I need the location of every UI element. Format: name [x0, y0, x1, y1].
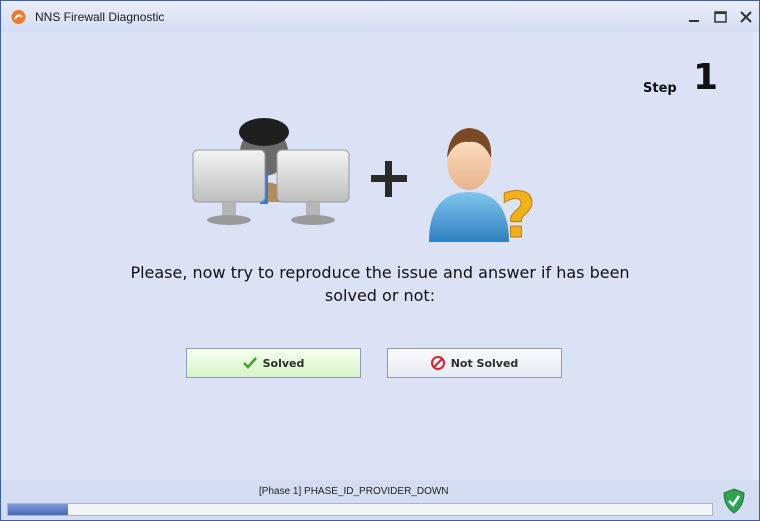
solved-button[interactable]: Solved	[186, 348, 361, 378]
status-bar: [Phase 1] PHASE_ID_PROVIDER_DOWN	[1, 480, 759, 520]
phase-status-text: [Phase 1] PHASE_ID_PROVIDER_DOWN	[259, 486, 449, 497]
not-solved-button[interactable]: Not Solved	[387, 348, 562, 378]
minimize-icon[interactable]	[685, 7, 705, 27]
maximize-icon[interactable]	[711, 7, 731, 27]
plus-icon	[371, 161, 407, 197]
shield-check-icon	[723, 488, 745, 514]
window-title: NNS Firewall Diagnostic	[35, 10, 165, 24]
close-icon[interactable]	[736, 7, 756, 27]
not-solved-button-label: Not Solved	[450, 356, 519, 370]
main-content: Step 1 ? Please, now try to reproduce th…	[7, 32, 753, 480]
solved-button-label: Solved	[262, 356, 305, 370]
users-illustration: ?	[192, 118, 536, 253]
instruction-line-1: Please, now try to reproduce the issue a…	[130, 263, 630, 282]
step-number: 1	[693, 57, 719, 98]
app-logo-icon	[11, 10, 26, 24]
progress-bar	[7, 503, 713, 516]
computer-user-icon	[192, 118, 350, 225]
check-icon	[242, 357, 257, 369]
instruction-line-2: solved or not:	[324, 286, 436, 305]
svg-text:?: ?	[500, 179, 536, 252]
no-entry-icon	[430, 356, 445, 370]
progress-fill	[8, 504, 68, 515]
question-user-icon: ?	[429, 128, 536, 253]
instruction-text: Please, now try to reproduce the issue a…	[95, 261, 665, 307]
title-bar[interactable]: NNS Firewall Diagnostic	[1, 1, 759, 32]
step-label: Step	[643, 81, 677, 96]
app-window: NNS Firewall Diagnostic Step 1 ? Please,…	[0, 0, 760, 521]
